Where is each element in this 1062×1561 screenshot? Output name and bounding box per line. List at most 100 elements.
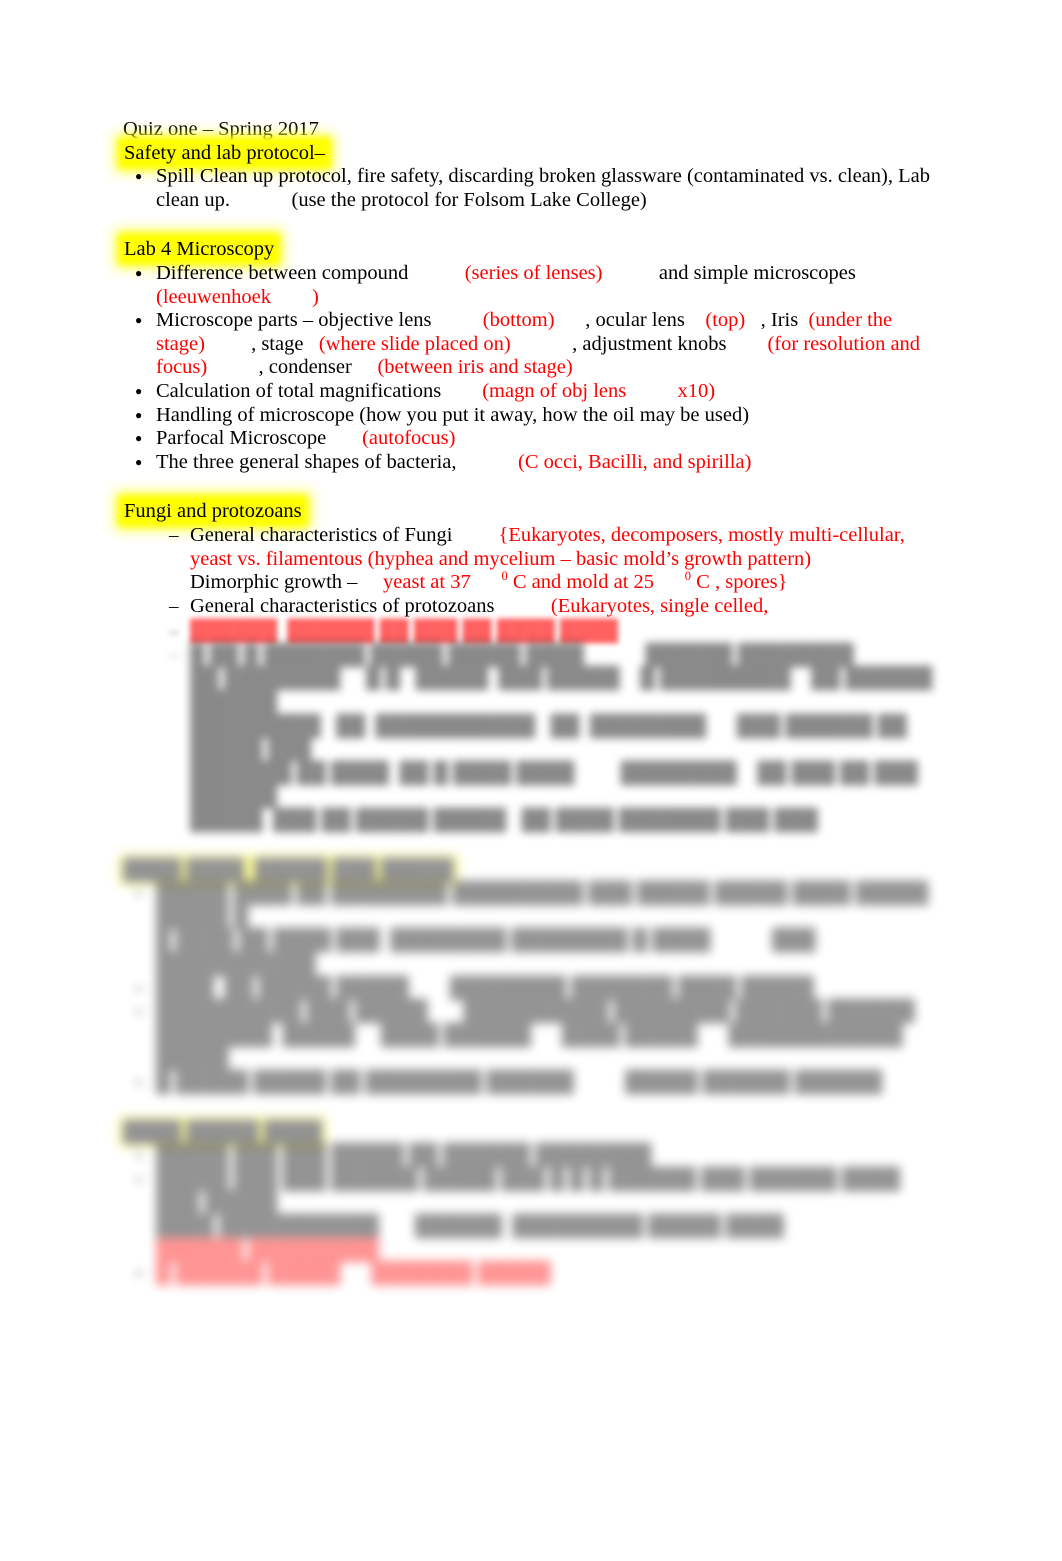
list-item: █ ██ █ ███████ █████ █████ ████ ██████ █…	[157, 644, 943, 833]
section-heading-safety-text: Safety and lab protocol–	[123, 141, 326, 164]
q-text: Calculation of total magnifications	[156, 379, 442, 402]
obscured-list-2: █████ ███ ███ █████ ██ ██████ ████████ █…	[123, 1144, 943, 1286]
obscured-text-line: █████ ███ ███ ██████ █████ ███ █ █ █ ███…	[156, 1167, 906, 1214]
obscured-text-line: █████ ███ ██ █████ █████ ██ ████ ███████…	[190, 809, 818, 832]
answer-text: (bottom)	[482, 309, 555, 332]
answer-text: (magn of obj lens	[482, 379, 627, 402]
obscured-text-line: █ ██████ █████ ███████ █████	[156, 1262, 551, 1285]
obscured-text-line: ██████████ ███ █████ ██████████ ████████…	[156, 1000, 915, 1023]
answer-text: (Eukaryotes, single celled,	[550, 594, 769, 617]
q-text: , stage	[251, 332, 304, 355]
answer-text: C , spores}	[691, 571, 788, 594]
list-item: Spill Clean up protocol, fire safety, di…	[123, 165, 943, 212]
section-heading-safety: Safety and lab protocol–	[123, 141, 943, 166]
section-heading-fungi: Fungi and protozoans	[123, 500, 943, 524]
q-text: , Iris	[760, 309, 799, 332]
q-text: , condenser	[258, 356, 352, 379]
q-text: Handling of microscope (how you put it a…	[156, 403, 750, 426]
obscured-text-line: ██ ████████ █ █ █████ ███ █████ █ ██████…	[190, 667, 943, 714]
list-item: General characteristics of Fungi {Eukary…	[157, 524, 943, 595]
q-text: Microscope parts – objective lens	[156, 309, 432, 332]
obscured-list-1: █████ ████ ██ ████████ █████████ ███ ███…	[123, 882, 943, 1094]
obscured-text-line: ██████ █████████	[156, 1238, 379, 1261]
q-text: and simple microscopes	[658, 261, 856, 284]
q-text: Dimorphic growth –	[190, 571, 358, 594]
list-item: █ ██████ █████ ███████ █████	[123, 1262, 943, 1286]
obscured-block-protozoan-answer: ██████ ██████ ██ ███ ██ ████ ████	[123, 620, 943, 644]
answer-text: (C occi, Bacilli, and spirilla)	[518, 450, 752, 473]
list-item: Handling of microscope (how you put it a…	[123, 404, 943, 428]
list-item: ████ ██ █████ █████ ████████ ███████ ███…	[123, 977, 943, 1001]
list-item: █████ ████ ██ ████████ █████████ ███ ███…	[123, 882, 943, 976]
list-item: Microscope parts – objective lens (botto…	[123, 309, 943, 380]
obscured-text-line: ██████ ██████ ██ ███ ██ ████ ████	[190, 620, 619, 643]
q-text: Difference between compound	[156, 261, 409, 284]
q-text: The three general shapes of bacteria,	[156, 450, 457, 473]
list-item: ██████████ ███ █████ ██████████ ████████…	[123, 1000, 943, 1071]
q-text: , ocular lens	[585, 309, 685, 332]
section-heading-microscopy: Lab 4 Microscopy	[123, 238, 943, 262]
list-item: Difference between compound (series of l…	[123, 262, 943, 309]
obscured-region: ██████ ██████ ██ ███ ██ ████ ████ █ ██ █…	[123, 620, 943, 1285]
bullet-note-safety-1: (use the protocol for Folsom Lake Colleg…	[291, 188, 647, 211]
section-heading-fungi-text: Fungi and protozoans	[123, 500, 303, 523]
list-item: █████ ███ ███ █████ ██ ██████ ████████	[123, 1144, 943, 1168]
document-title: Quiz one – Spring 2017	[123, 118, 319, 140]
list-item: The three general shapes of bacteria, (C…	[123, 451, 943, 475]
list-item: ██████ ██████ ██ ███ ██ ████ ████	[157, 620, 943, 644]
obscured-text-line: █ ████ ██ ████ ███ ████████ ████████ █ █…	[156, 929, 821, 975]
list-item: Calculation of total magnifications (mag…	[123, 380, 943, 404]
obscured-heading-text: ████ ████ █████ ███ █████	[123, 858, 454, 881]
obscured-text-line: ████████ █████ ████ ██████ ████ █████ ██…	[156, 1023, 908, 1070]
obscured-block-dash-item: █ ██ █ ███████ █████ █████ ████ ██████ █…	[123, 644, 943, 833]
obscured-text-line: █████ ████ ██ ████████ █████████ ███ ███…	[156, 882, 934, 928]
obscured-text-line: ████ ██ █████ █████ ████████ ███████ ███…	[156, 976, 814, 999]
answer-text: (between iris and stage)	[377, 356, 573, 379]
document-page: Quiz one – Spring 2017 Safety and lab pr…	[0, 0, 1062, 1561]
obscured-text-line: ███████ ██ ████ ██ █ ████ ████ ████████ …	[190, 761, 924, 808]
answer-text: (series of lenses)	[464, 261, 603, 284]
microscopy-bullet-list: Difference between compound (series of l…	[123, 262, 943, 474]
list-item: █ █████ █████ ██ ████████ ██████ █████ █…	[123, 1071, 943, 1095]
obscured-heading-1: ████ ████ █████ ███ █████	[123, 858, 943, 883]
q-text: General characteristics of protozoans	[190, 594, 495, 617]
list-item: Parfocal Microscope (autofocus)	[123, 427, 943, 451]
obscured-heading-text: ████ █████ ████	[123, 1120, 323, 1143]
answer-text: yeast at 37	[383, 571, 471, 594]
obscured-text-line: ████ ███████████ ██████ █████████ █████ …	[156, 1214, 784, 1237]
obscured-text-line: █████ ███ ███ █████ ██ ██████ ████████	[156, 1144, 652, 1167]
q-text: , adjustment knobs	[572, 332, 727, 355]
answer-text: (top)	[705, 309, 746, 332]
q-text: Parfocal Microscope	[156, 427, 327, 450]
safety-bullet-list: Spill Clean up protocol, fire safety, di…	[123, 165, 943, 212]
answer-text: x10)	[677, 379, 716, 402]
q-text: General characteristics of Fungi	[190, 523, 453, 546]
obscured-text-line: █ █████ █████ ██ ████████ ██████ █████ █…	[156, 1070, 883, 1093]
answer-text: )	[311, 285, 319, 308]
answer-text: (autofocus)	[362, 427, 456, 450]
